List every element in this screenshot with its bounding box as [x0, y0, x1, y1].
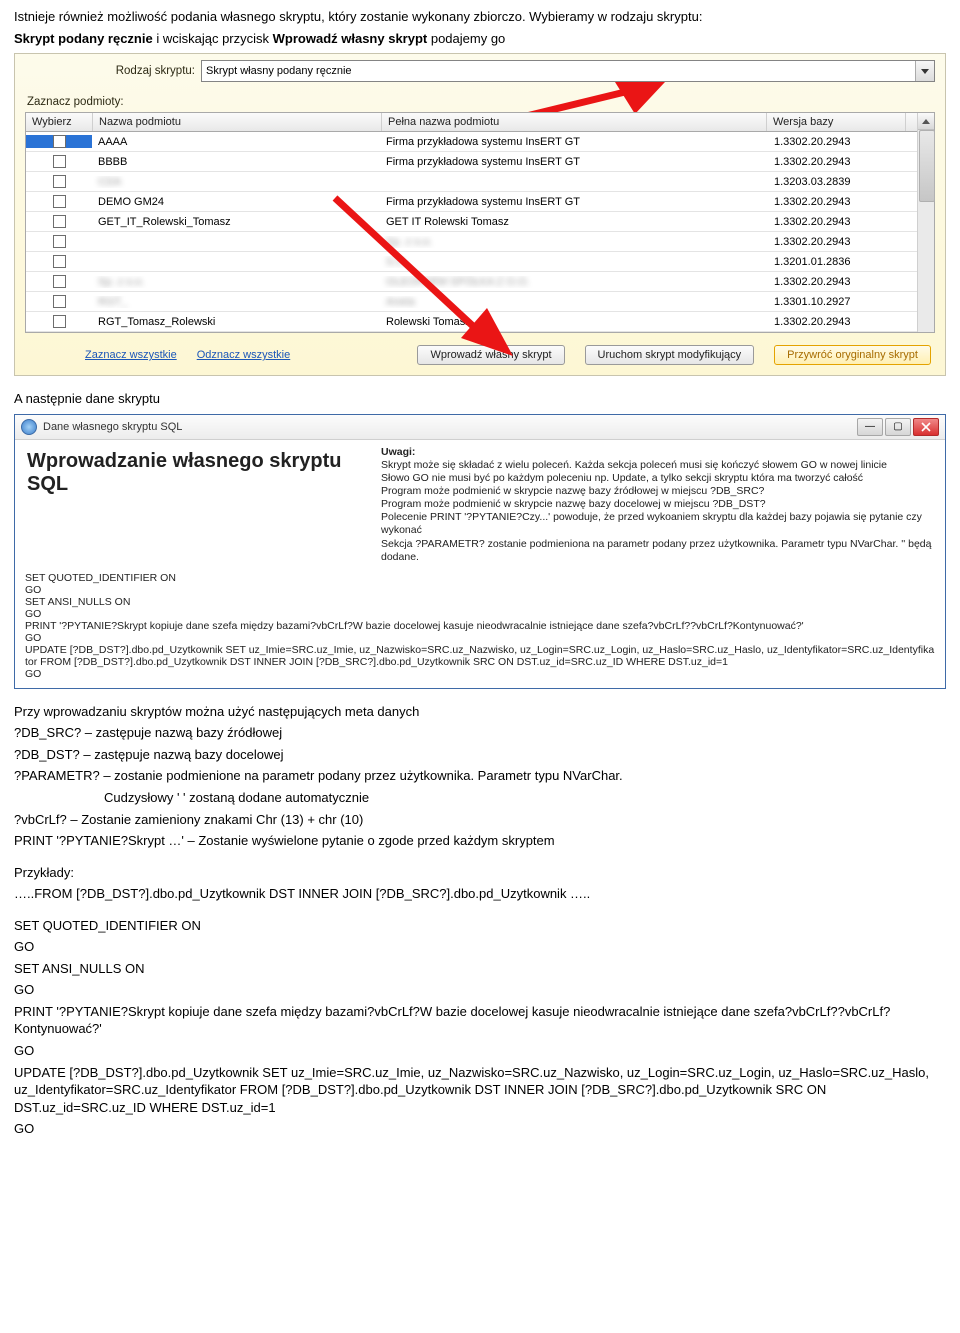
- cell-pelna: Aneta: [380, 296, 768, 308]
- table-row[interactable]: BBBBFirma przykładowa systemu InsERT GT1…: [26, 152, 934, 172]
- cell-nazwa: RGT_: [92, 296, 380, 308]
- select-all-link[interactable]: Zaznacz wszystkie: [85, 349, 177, 361]
- code-l4: GO: [14, 981, 946, 999]
- row-checkbox[interactable]: [53, 135, 66, 148]
- code-l3: SET ANSI_NULLS ON: [14, 960, 946, 978]
- rodzaj-label: Rodzaj skryptu:: [25, 65, 195, 77]
- ex-line: …..FROM [?DB_DST?].dbo.pd_Uzytkownik DST…: [14, 885, 946, 903]
- app-icon: [21, 419, 37, 435]
- row-checkbox[interactable]: [53, 195, 66, 208]
- row-checkbox[interactable]: [53, 175, 66, 188]
- col-wybierz[interactable]: Wybierz: [26, 113, 93, 131]
- cell-wersja: 1.3302.20.2943: [768, 216, 906, 228]
- ex-heading: Przykłady:: [14, 864, 946, 882]
- dialog-heading: Wprowadzanie własnego skryptu SQL: [27, 450, 367, 496]
- row-checkbox[interactable]: [53, 155, 66, 168]
- grid-header: Wybierz Nazwa podmiotu Pełna nazwa podmi…: [26, 113, 934, 132]
- row-checkbox[interactable]: [53, 315, 66, 328]
- intro-para: Istnieje również możliwość podania własn…: [14, 8, 946, 26]
- cell-pelna: OLEOFARM SPÓŁKA Z O.O.: [380, 276, 768, 288]
- uruchom-button[interactable]: Uruchom skrypt modyfikujący: [585, 345, 755, 365]
- col-wersja[interactable]: Wersja bazy: [767, 113, 906, 131]
- table-row[interactable]: AAAAFirma przykładowa systemu InsERT GT1…: [26, 132, 934, 152]
- uwagi-block: Uwagi: Skrypt może się składać z wielu p…: [379, 440, 945, 568]
- scroll-up-icon[interactable]: [918, 113, 934, 130]
- meta-l4: ?vbCrLf? – Zostanie zamieniony znakami C…: [14, 811, 946, 829]
- row-checkbox[interactable]: [53, 275, 66, 288]
- table-row[interactable]: Sp. z o.o.1.3302.20.2943: [26, 232, 934, 252]
- cell-pelna: Firma przykładowa systemu InsERT GT: [380, 136, 768, 148]
- rodzaj-dropdown[interactable]: Skrypt własny podany ręcznie: [201, 60, 935, 82]
- table-row[interactable]: Sp. z o.o.OLEOFARM SPÓŁKA Z O.O.1.3302.2…: [26, 272, 934, 292]
- cell-wersja: 1.3302.20.2943: [768, 236, 906, 248]
- maximize-button[interactable]: ▢: [885, 418, 911, 436]
- cell-pelna: GET IT Rolewski Tomasz: [380, 216, 768, 228]
- cell-nazwa: GET_IT_Rolewski_Tomasz: [92, 216, 380, 228]
- meta-l2: ?DB_DST? – zastępuje nazwą bazy docelowe…: [14, 746, 946, 764]
- grid-scrollbar[interactable]: [917, 113, 934, 332]
- table-row[interactable]: S.C. 1.3201.01.2836: [26, 252, 934, 272]
- cell-pelna: Firma przykładowa systemu InsERT GT: [380, 156, 768, 168]
- panel-footer: Zaznacz wszystkie Odznacz wszystkie Wpro…: [25, 343, 935, 367]
- cell-pelna: Sp. z o.o.: [380, 236, 768, 248]
- code-l1: SET QUOTED_IDENTIFIER ON: [14, 917, 946, 935]
- cell-nazwa: DEMO GM24: [92, 196, 380, 208]
- przywroc-button[interactable]: Przywróć oryginalny skrypt: [774, 345, 931, 365]
- meta-l3: ?PARAMETR? – zostanie podmienione na par…: [14, 767, 946, 785]
- zaz-label: Zaznacz podmioty:: [27, 96, 935, 108]
- minimize-button[interactable]: —: [857, 418, 883, 436]
- meta-l1: ?DB_SRC? – zastępuje nazwą bazy źródłowe…: [14, 724, 946, 742]
- chevron-down-icon: [915, 61, 934, 81]
- code-l2: GO: [14, 938, 946, 956]
- table-row[interactable]: GET_IT_Rolewski_TomaszGET IT Rolewski To…: [26, 212, 934, 232]
- cell-wersja: 1.3301.10.2927: [768, 296, 906, 308]
- sql-dialog: Dane własnego skryptu SQL — ▢ Wprowadzan…: [14, 414, 946, 689]
- row-checkbox[interactable]: [53, 235, 66, 248]
- cell-wersja: 1.3203.03.2839: [768, 176, 906, 188]
- deselect-all-link[interactable]: Odznacz wszystkie: [197, 349, 291, 361]
- cell-nazwa: BBBB: [92, 156, 380, 168]
- cell-wersja: 1.3302.20.2943: [768, 276, 906, 288]
- cell-wersja: 1.3201.01.2836: [768, 256, 906, 268]
- subject-grid: Wybierz Nazwa podmiotu Pełna nazwa podmi…: [25, 112, 935, 333]
- intro-para2: Skrypt podany ręcznie i wciskając przyci…: [14, 30, 946, 48]
- code-l5: PRINT '?PYTANIE?Skrypt kopiuje dane szef…: [14, 1003, 946, 1038]
- code-l6: GO: [14, 1042, 946, 1060]
- table-row[interactable]: DEMO GM24Firma przykładowa systemu InsER…: [26, 192, 934, 212]
- after-para: Przy wprowadzaniu skryptów można użyć na…: [14, 703, 946, 721]
- cell-wersja: 1.3302.20.2943: [768, 316, 906, 328]
- cell-pelna: Firma przykładowa systemu InsERT GT: [380, 196, 768, 208]
- cell-pelna: Rolewski Tomasz: [380, 316, 768, 328]
- meta-l3b: Cudzysłowy ' ' zostaną dodane automatycz…: [14, 789, 946, 807]
- table-row[interactable]: CDA 1.3203.03.2839: [26, 172, 934, 192]
- dialog-title: Dane własnego skryptu SQL: [43, 421, 851, 433]
- scroll-thumb[interactable]: [919, 130, 935, 202]
- subject-panel: Rodzaj skryptu: Skrypt własny podany ręc…: [14, 53, 946, 376]
- close-button[interactable]: [913, 418, 939, 436]
- row-checkbox[interactable]: [53, 255, 66, 268]
- cell-nazwa: AAAA: [92, 136, 380, 148]
- cell-nazwa: CDA: [92, 176, 380, 188]
- cell-wersja: 1.3302.20.2943: [768, 136, 906, 148]
- cell-wersja: 1.3302.20.2943: [768, 196, 906, 208]
- dialog-titlebar: Dane własnego skryptu SQL — ▢: [15, 415, 945, 440]
- cell-wersja: 1.3302.20.2943: [768, 156, 906, 168]
- cell-pelna: S.C.: [380, 256, 768, 268]
- col-pelna[interactable]: Pełna nazwa podmiotu: [382, 113, 767, 131]
- row-checkbox[interactable]: [53, 215, 66, 228]
- sql-editor[interactable]: SET QUOTED_IDENTIFIER ON GO SET ANSI_NUL…: [15, 568, 945, 688]
- cell-nazwa: RGT_Tomasz_Rolewski: [92, 316, 380, 328]
- table-row[interactable]: RGT_Aneta 1.3301.10.2927: [26, 292, 934, 312]
- cell-nazwa: Sp. z o.o.: [92, 276, 380, 288]
- code-l8: GO: [14, 1120, 946, 1138]
- meta-l5: PRINT '?PYTANIE?Skrypt …' – Zostanie wyś…: [14, 832, 946, 850]
- col-nazwa[interactable]: Nazwa podmiotu: [93, 113, 382, 131]
- code-l7: UPDATE [?DB_DST?].dbo.pd_Uzytkownik SET …: [14, 1064, 946, 1117]
- wprowadz-button[interactable]: Wprowadź własny skrypt: [417, 345, 564, 365]
- table-row[interactable]: RGT_Tomasz_RolewskiRolewski Tomasz1.3302…: [26, 312, 934, 332]
- row-checkbox[interactable]: [53, 295, 66, 308]
- mid-para: A następnie dane skryptu: [14, 390, 946, 408]
